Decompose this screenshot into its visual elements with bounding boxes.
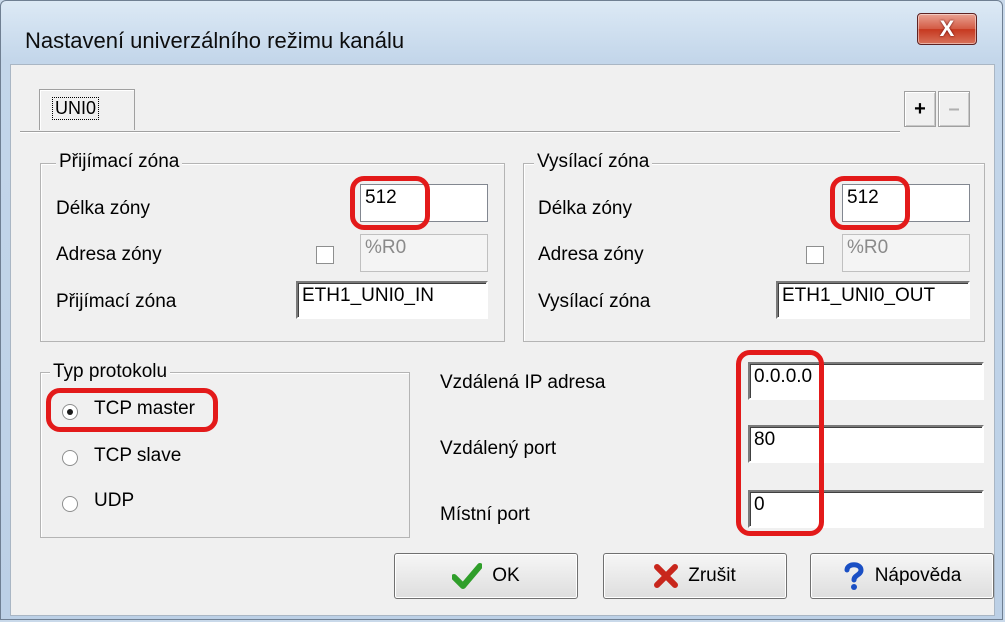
local-port-label: Místní port bbox=[440, 504, 530, 525]
close-button[interactable]: X bbox=[917, 13, 977, 45]
receive-length-label: Délka zóny bbox=[56, 198, 150, 219]
remote-ip-label: Vzdálená IP adresa bbox=[440, 372, 606, 393]
checkmark-icon bbox=[452, 563, 483, 589]
help-button[interactable]: Nápověda bbox=[810, 553, 994, 599]
radio-tcp-master[interactable] bbox=[62, 404, 78, 420]
send-zone-field[interactable]: ETH1_UNI0_OUT bbox=[776, 281, 970, 319]
protocol-group-title: Typ protokolu bbox=[50, 361, 171, 383]
cancel-label: Zrušit bbox=[688, 565, 736, 586]
radio-tcp-master-label[interactable]: TCP master bbox=[94, 398, 195, 420]
receive-zone-label: Přijímací zóna bbox=[56, 291, 177, 312]
remote-port-label: Vzdálený port bbox=[440, 438, 557, 459]
x-icon bbox=[654, 564, 679, 588]
minus-icon: – bbox=[948, 97, 960, 120]
send-address-checkbox[interactable] bbox=[806, 246, 824, 264]
send-zone-label: Vysílací zóna bbox=[538, 291, 651, 312]
receive-zone-field[interactable]: ETH1_UNI0_IN bbox=[296, 281, 488, 319]
remote-port-field[interactable]: 80 bbox=[748, 425, 984, 463]
local-port-field[interactable]: 0 bbox=[748, 490, 984, 528]
help-label: Nápověda bbox=[874, 565, 962, 586]
remove-tab-button[interactable]: – bbox=[938, 91, 970, 127]
ok-label: OK bbox=[492, 565, 520, 586]
cancel-button[interactable]: Zrušit bbox=[603, 553, 787, 599]
tab-strip-divider bbox=[20, 131, 900, 133]
tab-label: UNI0 bbox=[51, 97, 100, 120]
radio-udp[interactable] bbox=[62, 496, 78, 512]
plus-icon: + bbox=[914, 97, 926, 120]
window-title: Nastavení univerzálního režimu kanálu bbox=[25, 28, 405, 53]
remote-ip-field[interactable]: 0.0.0.0 bbox=[748, 362, 984, 400]
receive-address-checkbox[interactable] bbox=[316, 246, 334, 264]
send-length-field[interactable]: 512 bbox=[842, 184, 970, 222]
tab-uni0[interactable]: UNI0 bbox=[39, 89, 135, 130]
receive-zone-group-title: Přijímací zóna bbox=[56, 151, 183, 173]
send-length-label: Délka zóny bbox=[538, 198, 632, 219]
question-icon bbox=[844, 562, 864, 590]
receive-address-field[interactable]: %R0 bbox=[360, 234, 488, 272]
send-address-label: Adresa zóny bbox=[538, 244, 644, 265]
receive-address-label: Adresa zóny bbox=[56, 244, 162, 265]
close-icon: X bbox=[939, 16, 955, 41]
send-zone-group-title: Vysílací zóna bbox=[534, 151, 653, 173]
receive-length-field[interactable]: 512 bbox=[360, 184, 488, 222]
radio-tcp-slave[interactable] bbox=[62, 450, 78, 466]
radio-udp-label[interactable]: UDP bbox=[94, 490, 134, 512]
ok-button[interactable]: OK bbox=[394, 553, 578, 599]
add-tab-button[interactable]: + bbox=[904, 91, 936, 127]
send-address-field[interactable]: %R0 bbox=[842, 234, 970, 272]
radio-tcp-slave-label[interactable]: TCP slave bbox=[94, 445, 181, 467]
